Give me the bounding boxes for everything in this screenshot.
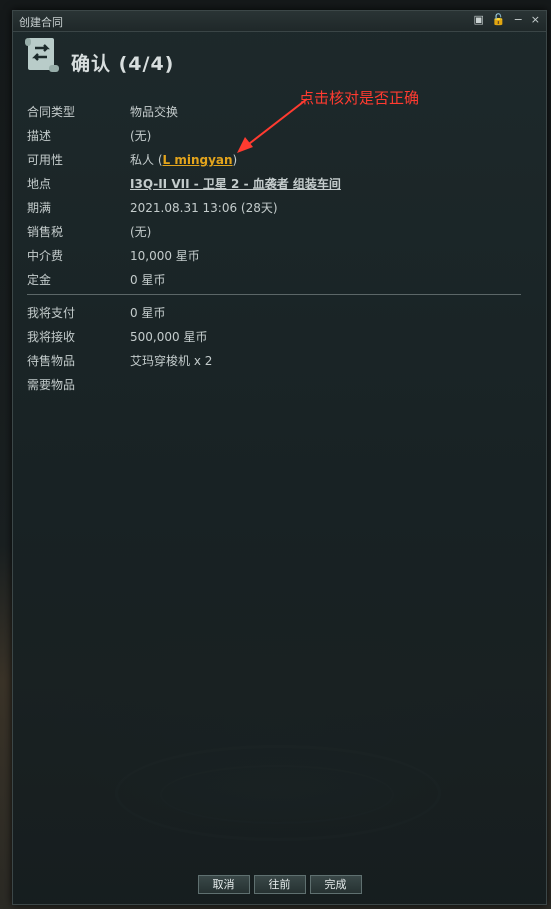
cancel-button[interactable]: 取消	[197, 875, 250, 894]
value-description: (无)	[130, 129, 152, 143]
row-items-for-sale: 待售物品 艾玛穿梭机 x 2	[27, 348, 527, 372]
row-contract-type: 合同类型 物品交换	[27, 99, 527, 123]
value-sales-tax: (无)	[130, 225, 152, 239]
divider	[27, 294, 521, 295]
availability-suffix: )	[232, 153, 238, 167]
label-expiration: 期满	[27, 201, 52, 215]
label-deposit: 定金	[27, 273, 52, 287]
value-deposit: 0 星币	[130, 273, 166, 287]
row-will-receive: 我将接收 500,000 星币	[27, 324, 527, 348]
finish-button[interactable]: 完成	[309, 875, 362, 894]
value-items-for-sale: 艾玛穿梭机 x 2	[130, 354, 213, 368]
label-broker-fee: 中介费	[27, 249, 64, 263]
location-link[interactable]: I3Q-II VII - 卫星 2 - 血袭者 组装车间	[130, 175, 341, 192]
value-availability: 私人 (L mingyan)	[130, 151, 237, 168]
value-expiration: 2021.08.31 13:06 (28天)	[130, 201, 278, 215]
row-broker-fee: 中介费 10,000 星币	[27, 243, 527, 267]
row-will-pay: 我将支付 0 星币	[27, 300, 527, 324]
lock-icon[interactable]: 🔓	[492, 13, 506, 26]
button-bar: 取消 往前 完成	[13, 875, 546, 894]
row-location: 地点 I3Q-II VII - 卫星 2 - 血袭者 组装车间	[27, 171, 527, 195]
availability-prefix: 私人 (	[130, 153, 163, 167]
row-items-required: 需要物品	[27, 372, 527, 396]
label-will-receive: 我将接收	[27, 330, 76, 344]
label-description: 描述	[27, 129, 52, 143]
value-will-receive: 500,000 星币	[130, 330, 208, 344]
row-expiration: 期满 2021.08.31 13:06 (28天)	[27, 195, 527, 219]
row-availability: 可用性 私人 (L mingyan)	[27, 147, 527, 171]
value-contract-type: 物品交换	[130, 105, 179, 119]
contract-summary: 我将支付 0 星币 我将接收 500,000 星币 待售物品 艾玛穿梭机 x 2…	[27, 300, 527, 396]
minimize-icon[interactable]: −	[514, 13, 523, 26]
window-controls: ▣ 🔓 − ×	[473, 13, 540, 26]
contract-scroll-icon	[25, 38, 59, 72]
label-will-pay: 我将支付	[27, 306, 76, 320]
label-availability: 可用性	[27, 153, 64, 167]
row-description: 描述 (无)	[27, 123, 527, 147]
page-title: 确认 (4/4)	[71, 53, 175, 75]
label-sales-tax: 销售税	[27, 225, 64, 239]
titlebar[interactable]: 创建合同 ▣ 🔓 − ×	[13, 11, 546, 32]
label-items-for-sale: 待售物品	[27, 354, 76, 368]
contract-details: 合同类型 物品交换 描述 (无) 可用性 私人 (L mingyan) 地点 I…	[27, 99, 527, 291]
row-deposit: 定金 0 星币	[27, 267, 527, 291]
value-will-pay: 0 星币	[130, 306, 166, 320]
label-items-required: 需要物品	[27, 378, 76, 392]
back-button[interactable]: 往前	[253, 875, 306, 894]
close-icon[interactable]: ×	[531, 13, 540, 26]
value-broker-fee: 10,000 星币	[130, 249, 200, 263]
create-contract-window: 创建合同 ▣ 🔓 − × 确认 (4/4) 点击核对是否正确 合同类型 物品交换…	[12, 10, 547, 905]
character-link[interactable]: L mingyan	[163, 153, 233, 167]
row-sales-tax: 销售税 (无)	[27, 219, 527, 243]
window-title: 创建合同	[19, 16, 63, 29]
label-contract-type: 合同类型	[27, 105, 76, 119]
compact-icon[interactable]: ▣	[473, 13, 483, 26]
label-location: 地点	[27, 177, 52, 191]
